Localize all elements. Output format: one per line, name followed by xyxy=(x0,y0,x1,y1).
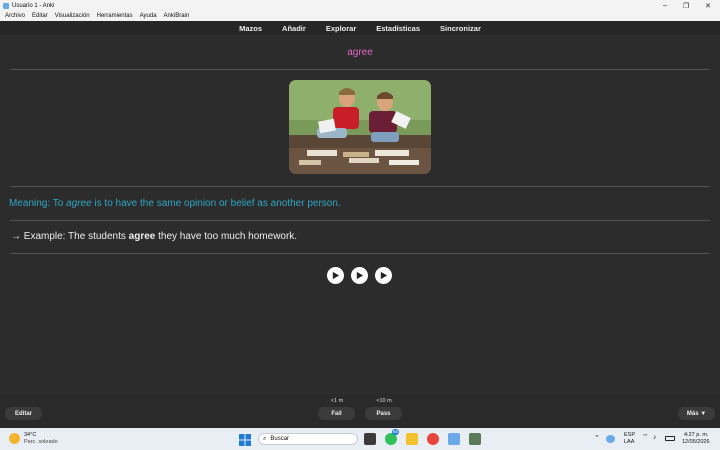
top-nav: Mazos Añadir Explorar Estadísticas Sincr… xyxy=(0,21,720,35)
nav-estadisticas[interactable]: Estadísticas xyxy=(366,24,430,33)
chrome-icon[interactable] xyxy=(427,433,439,445)
search-icon: ⌕ xyxy=(263,435,267,442)
example-prefix: → Example: The students xyxy=(11,231,129,242)
wifi-icon[interactable]: ⌔ xyxy=(642,434,649,441)
menu-editar[interactable]: Editar xyxy=(32,13,48,19)
weather-desc[interactable]: Parc. soleado xyxy=(24,439,58,445)
search-placeholder: Buscar xyxy=(270,436,290,442)
card-photo xyxy=(289,80,431,174)
meaning-suffix: is to have the same opinion or belief as… xyxy=(91,198,341,209)
card-example: → Example: The students agree they have … xyxy=(11,231,297,242)
weather-temp[interactable]: 34°C xyxy=(24,432,36,438)
close-icon[interactable]: ✕ xyxy=(698,0,718,11)
nav-mazos[interactable]: Mazos xyxy=(229,24,272,33)
menu-bar: Archivo Editar Visualización Herramienta… xyxy=(0,11,720,21)
clock-time[interactable]: 4:27 p. m. xyxy=(684,432,708,438)
example-suffix: they have too much homework. xyxy=(155,231,298,242)
card-meaning: Meaning: To agree is to have the same op… xyxy=(9,198,341,209)
menu-ayuda[interactable]: Ayuda xyxy=(140,13,157,19)
audio-buttons xyxy=(327,267,392,284)
nav-sincronizar[interactable]: Sincronizar xyxy=(430,24,491,33)
volume-icon[interactable]: ♪ xyxy=(653,434,657,441)
divider xyxy=(10,186,710,187)
file-explorer-icon[interactable] xyxy=(406,433,418,445)
maximize-icon[interactable]: ❐ xyxy=(676,0,696,11)
app-taskbar-icon[interactable] xyxy=(469,433,481,445)
more-button[interactable]: Más ▼ xyxy=(678,407,715,420)
card-word: agree xyxy=(347,47,373,58)
title-bar: Usuario 1 - Anki – ❐ ✕ xyxy=(0,0,720,11)
edit-button[interactable]: Editar xyxy=(5,407,42,420)
meaning-word: agree xyxy=(66,198,92,209)
nav-anadir[interactable]: Añadir xyxy=(272,24,316,33)
divider xyxy=(10,253,710,254)
language-top[interactable]: ESP xyxy=(624,432,635,438)
example-word: agree xyxy=(128,231,156,242)
battery-icon[interactable] xyxy=(665,436,675,441)
weather-icon[interactable] xyxy=(9,433,20,444)
taskbar: 34°C Parc. soleado ⌕ Buscar 66 ⌃ ESP LAA… xyxy=(0,428,720,450)
play-audio-icon[interactable] xyxy=(327,267,344,284)
language-bottom[interactable]: LAA xyxy=(624,439,634,445)
window-title: Usuario 1 - Anki xyxy=(12,2,55,9)
menu-herramientas[interactable]: Herramientas xyxy=(97,13,133,19)
menu-archivo[interactable]: Archivo xyxy=(5,13,25,19)
whatsapp-badge: 66 xyxy=(392,429,400,435)
anki-taskbar-icon[interactable] xyxy=(448,433,460,445)
anki-app-icon xyxy=(3,2,9,9)
task-view-icon[interactable] xyxy=(364,433,376,445)
fail-interval: <1 m xyxy=(330,398,344,404)
play-audio-icon[interactable] xyxy=(375,267,392,284)
fail-button[interactable]: Fail xyxy=(318,407,355,420)
play-audio-icon[interactable] xyxy=(351,267,368,284)
nav-explorar[interactable]: Explorar xyxy=(316,24,366,33)
answer-bar: Editar <1 m Fail <10 m Pass Más ▼ xyxy=(0,394,720,428)
pass-button[interactable]: Pass xyxy=(365,407,402,420)
cloud-icon[interactable] xyxy=(606,435,615,443)
pass-interval: <10 m xyxy=(376,398,392,404)
taskbar-search[interactable]: ⌕ Buscar xyxy=(258,433,358,445)
minimize-icon[interactable]: – xyxy=(655,0,675,11)
meaning-prefix: Meaning: To xyxy=(9,198,67,209)
divider xyxy=(10,220,710,221)
clock-date[interactable]: 12/05/2026 xyxy=(682,439,710,445)
menu-ankibrain[interactable]: AnkiBrain xyxy=(164,13,190,19)
chevron-up-icon[interactable]: ⌃ xyxy=(594,435,600,442)
menu-visualizacion[interactable]: Visualización xyxy=(55,13,90,19)
divider xyxy=(10,69,710,70)
windows-start-icon[interactable] xyxy=(239,433,251,446)
